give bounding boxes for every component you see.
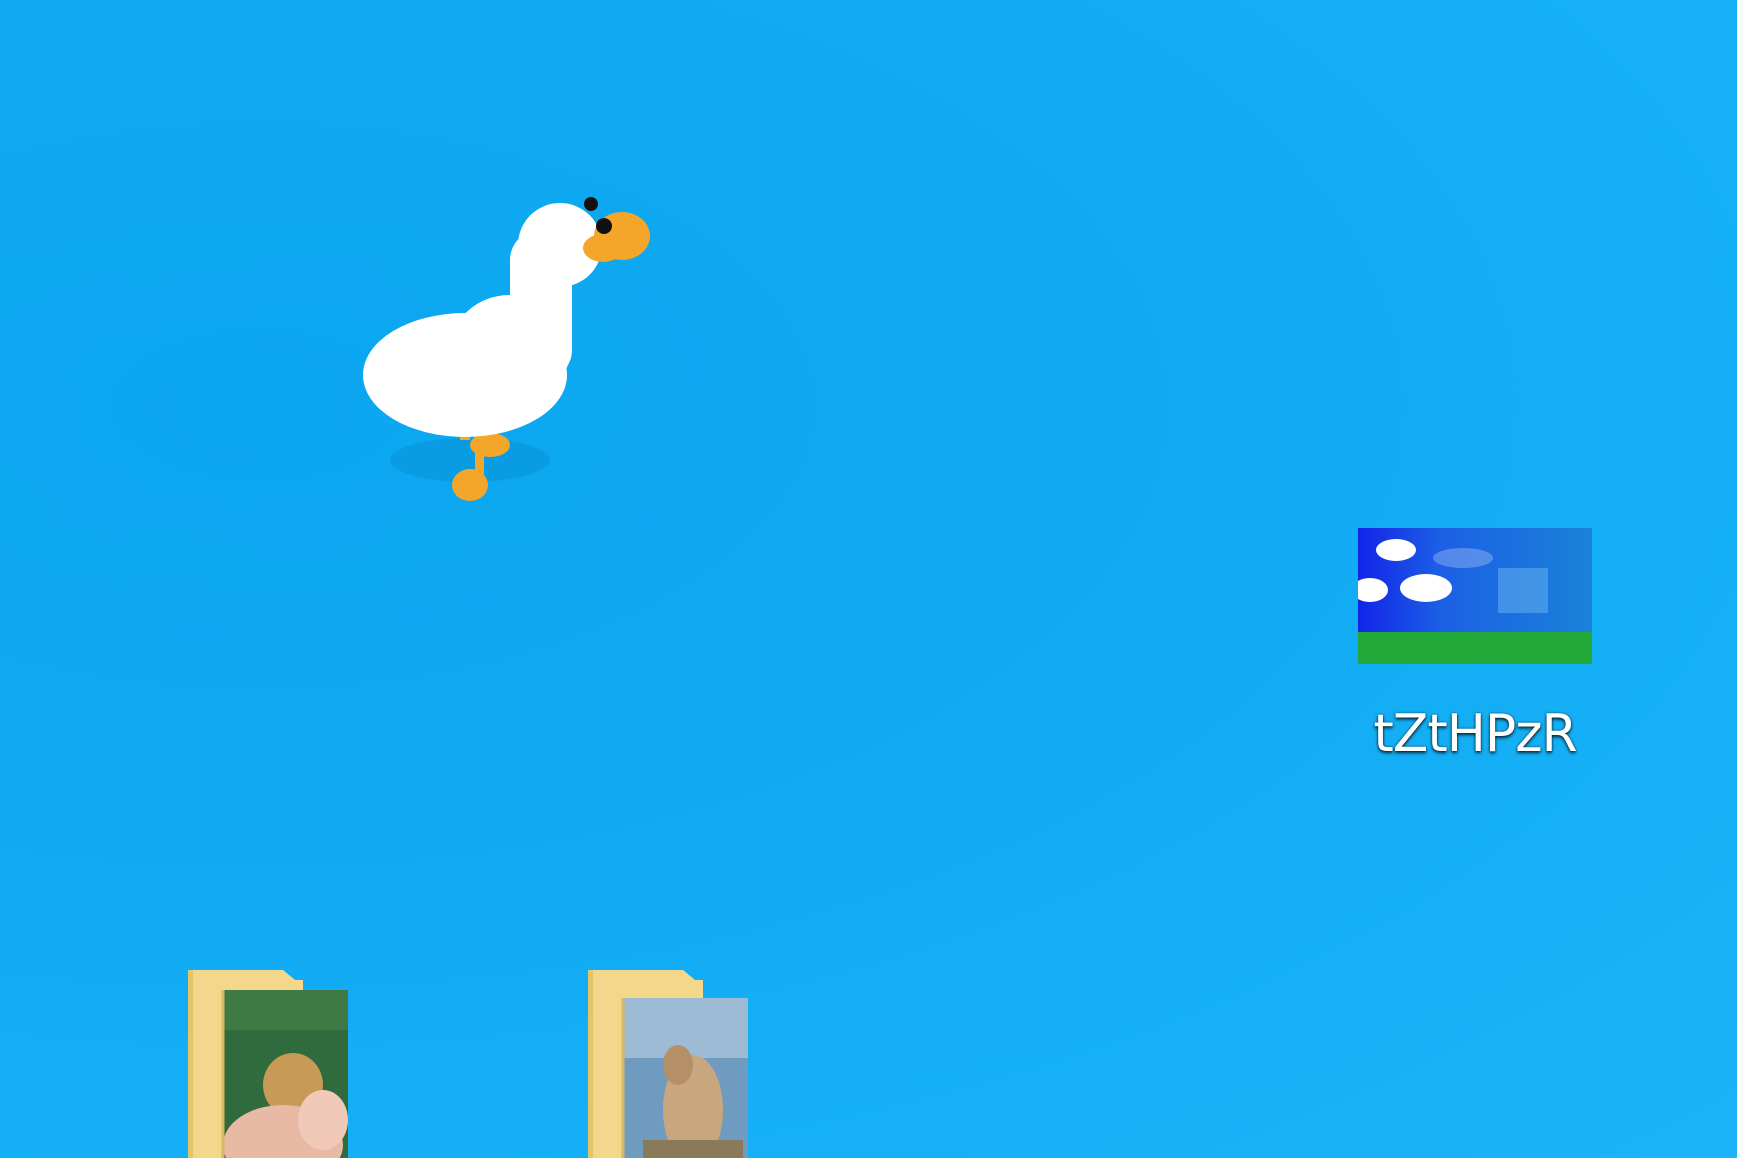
image-file-thumbnail-icon	[1358, 528, 1592, 664]
goose-body	[363, 203, 602, 437]
desktop-icon-tzthpzr[interactable]: tZtHPzR	[1345, 528, 1605, 764]
goose-sprite[interactable]	[360, 190, 660, 520]
desktop-background[interactable]: tZtHPzR	[0, 0, 1737, 1158]
desktop-icon-label: tZtHPzR	[1373, 704, 1577, 764]
folder-with-photo-icon[interactable]	[583, 970, 758, 1158]
folder-photo-preview	[623, 998, 748, 1158]
folder-with-photo-icon[interactable]	[183, 970, 358, 1158]
folder-photo-preview	[223, 990, 348, 1158]
